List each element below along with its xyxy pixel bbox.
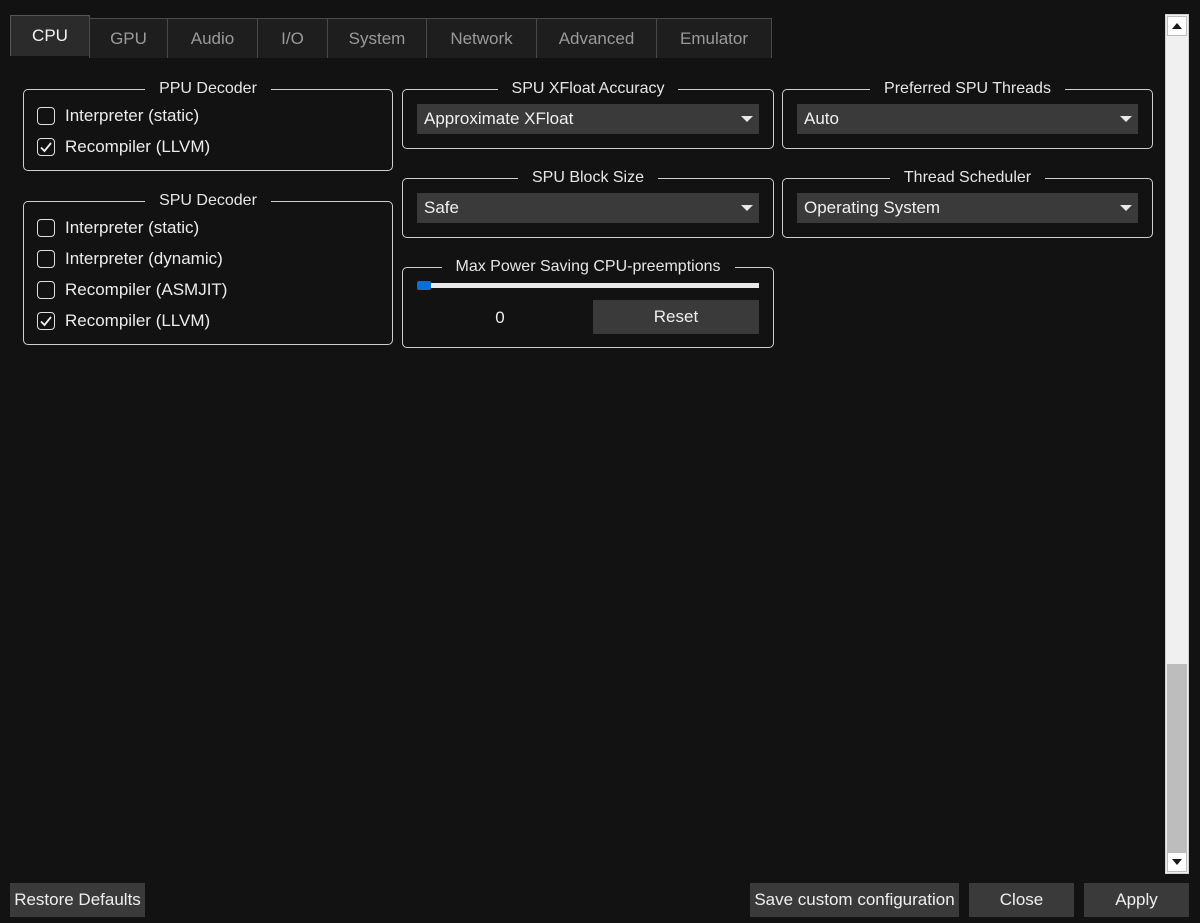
chevron-down-icon [1120, 116, 1132, 122]
spu-block-size-group: SPU Block Size Safe [402, 169, 774, 238]
checkbox-label: Recompiler (ASMJIT) [65, 280, 228, 299]
spu-recompiler-asmjit-checkbox[interactable]: Recompiler (ASMJIT) [37, 278, 227, 302]
scrollbar-thumb[interactable] [1167, 664, 1187, 852]
thread-scheduler-group: Thread Scheduler Operating System [782, 169, 1153, 238]
preferred-spu-threads-group: Preferred SPU Threads Auto [782, 80, 1153, 149]
apply-button[interactable]: Apply [1084, 883, 1189, 917]
preferred-spu-threads-title: Preferred SPU Threads [870, 80, 1065, 97]
slider-handle[interactable] [417, 281, 431, 290]
checkbox-icon [37, 312, 55, 330]
vertical-scrollbar[interactable] [1165, 14, 1189, 874]
close-button[interactable]: Close [969, 883, 1074, 917]
reset-button[interactable]: Reset [593, 300, 759, 334]
checkbox-label: Recompiler (LLVM) [65, 311, 211, 330]
thread-scheduler-title: Thread Scheduler [889, 169, 1046, 186]
spu-block-size-title: SPU Block Size [517, 169, 659, 186]
max-power-saving-title: Max Power Saving CPU-preemptions [441, 258, 735, 275]
spu-xfloat-accuracy-dropdown[interactable]: Approximate XFloat [417, 104, 759, 134]
dropdown-value: Approximate XFloat [424, 109, 574, 128]
scroll-down-button[interactable] [1167, 852, 1187, 872]
max-power-saving-group: Max Power Saving CPU-preemptions 0 Reset [402, 258, 774, 348]
ppu-recompiler-llvm-checkbox[interactable]: Recompiler (LLVM) [37, 135, 210, 159]
save-custom-configuration-button[interactable]: Save custom configuration [750, 883, 959, 917]
arrow-down-icon [1172, 859, 1182, 865]
checkbox-label: Interpreter (dynamic) [65, 249, 223, 268]
spu-block-size-dropdown[interactable]: Safe [417, 193, 759, 223]
checkbox-label: Recompiler (LLVM) [65, 137, 211, 156]
dropdown-value: Auto [804, 109, 839, 128]
preemptions-value: 0 [495, 308, 505, 327]
dropdown-value: Safe [424, 198, 459, 217]
checkbox-icon [37, 281, 55, 299]
chevron-down-icon [1120, 205, 1132, 211]
scroll-up-button[interactable] [1167, 16, 1187, 36]
checkbox-icon [37, 219, 55, 237]
preferred-spu-threads-dropdown[interactable]: Auto [797, 104, 1138, 134]
thread-scheduler-dropdown[interactable]: Operating System [797, 193, 1138, 223]
checkbox-label: Interpreter (static) [65, 106, 200, 125]
chevron-down-icon [741, 116, 753, 122]
tab-emulator[interactable]: Emulator [656, 18, 772, 58]
preemptions-slider[interactable] [417, 281, 759, 290]
spu-decoder-title: SPU Decoder [145, 192, 271, 209]
spu-xfloat-accuracy-title: SPU XFloat Accuracy [497, 80, 679, 97]
spu-interpreter-dynamic-checkbox[interactable]: Interpreter (dynamic) [37, 247, 223, 271]
checkbox-icon [37, 107, 55, 125]
settings-tab-bar: CPU GPU Audio I/O System Network Advance… [10, 15, 772, 58]
ppu-decoder-title: PPU Decoder [145, 80, 271, 97]
spu-xfloat-accuracy-group: SPU XFloat Accuracy Approximate XFloat [402, 80, 774, 149]
tab-advanced[interactable]: Advanced [536, 18, 657, 58]
spu-recompiler-llvm-checkbox[interactable]: Recompiler (LLVM) [37, 309, 210, 333]
checkbox-icon [37, 250, 55, 268]
tab-system[interactable]: System [327, 18, 427, 58]
tab-gpu[interactable]: GPU [89, 18, 168, 58]
tab-audio[interactable]: Audio [167, 18, 258, 58]
spu-decoder-group: SPU Decoder Interpreter (static) Interpr… [23, 192, 393, 345]
dropdown-value: Operating System [804, 198, 941, 217]
tab-io[interactable]: I/O [257, 18, 328, 58]
spu-interpreter-static-checkbox[interactable]: Interpreter (static) [37, 216, 199, 240]
chevron-down-icon [741, 205, 753, 211]
tab-network[interactable]: Network [426, 18, 537, 58]
checkbox-icon [37, 138, 55, 156]
tab-cpu[interactable]: CPU [10, 15, 90, 56]
arrow-up-icon [1172, 23, 1182, 29]
checkbox-label: Interpreter (static) [65, 218, 200, 237]
ppu-decoder-group: PPU Decoder Interpreter (static) Recompi… [23, 80, 393, 171]
restore-defaults-button[interactable]: Restore Defaults [10, 883, 145, 917]
ppu-interpreter-static-checkbox[interactable]: Interpreter (static) [37, 104, 199, 128]
